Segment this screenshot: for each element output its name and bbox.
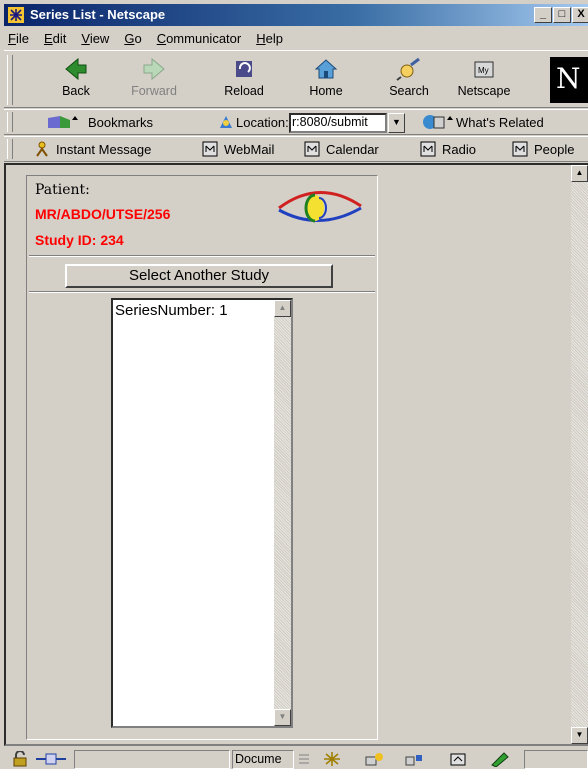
forward-button[interactable]: Forward xyxy=(124,57,184,105)
menu-file[interactable]: File xyxy=(8,31,29,46)
search-icon xyxy=(396,57,420,81)
listbox-scroll-up-button[interactable]: ▲ xyxy=(274,300,291,317)
listbox-scrollbar[interactable]: ▲ ▼ xyxy=(274,300,291,726)
status-text: Docume xyxy=(232,750,294,769)
back-button[interactable]: Back xyxy=(46,57,106,105)
forward-arrow-icon xyxy=(143,57,165,81)
personal-grip[interactable] xyxy=(7,139,13,159)
status-progress xyxy=(74,750,230,769)
bookmarks-icon xyxy=(48,116,78,128)
bookmarks-button[interactable]: Bookmarks xyxy=(46,114,153,130)
status-resize-area xyxy=(524,750,588,769)
menu-help[interactable]: Help xyxy=(256,31,283,46)
netscape-logo[interactable]: N xyxy=(550,57,588,103)
study-id: Study ID: 234 xyxy=(35,232,124,248)
radio-button[interactable]: Radio xyxy=(420,141,476,157)
composer-icon[interactable] xyxy=(490,751,510,767)
netscape-app-icon xyxy=(8,7,24,23)
series-listbox[interactable]: SeriesNumber: 1 ▲ ▼ xyxy=(111,298,293,728)
page-vertical-scrollbar[interactable]: ▲ ▼ xyxy=(571,165,588,744)
location-grip[interactable] xyxy=(7,112,13,132)
my-netscape-icon: My xyxy=(474,61,494,78)
svg-text:My: My xyxy=(478,66,489,75)
back-arrow-icon xyxy=(65,57,87,81)
status-bar: Docume xyxy=(4,748,588,769)
toolbar-grip[interactable] xyxy=(7,55,13,105)
reload-button[interactable]: Reload xyxy=(214,57,274,105)
list-item[interactable]: SeriesNumber: 1 xyxy=(115,302,228,319)
select-another-study-button[interactable]: Select Another Study xyxy=(65,264,333,288)
location-icon xyxy=(220,116,232,128)
menu-communicator[interactable]: Communicator xyxy=(157,31,242,46)
calendar-button[interactable]: Calendar xyxy=(304,141,379,157)
page-scroll-down-button[interactable]: ▼ xyxy=(571,727,588,744)
navigation-toolbar: Back Forward Reload Home Search My Netsc… xyxy=(4,50,588,108)
minimize-button[interactable]: _ xyxy=(534,7,552,23)
location-label: Location: xyxy=(216,114,289,130)
bookmark-page-icon xyxy=(420,141,436,157)
mail-icon[interactable] xyxy=(364,751,384,767)
window-title: Series List - Netscape xyxy=(30,7,166,22)
page-scroll-up-button[interactable]: ▲ xyxy=(571,165,588,182)
bookmark-page-icon xyxy=(304,141,320,157)
bookmark-page-icon xyxy=(202,141,218,157)
reload-icon xyxy=(236,61,252,77)
patient-label: Patient: xyxy=(35,182,90,198)
security-lock-icon[interactable] xyxy=(10,751,30,767)
status-grip-icon xyxy=(299,754,309,764)
home-icon xyxy=(314,59,338,79)
title-bar: Series List - Netscape _ □ X xyxy=(4,4,588,26)
my-netscape-button[interactable]: My Netscape xyxy=(454,57,514,105)
series-frame: Patient: MR/ABDO/UTSE/256 Study ID: 234 … xyxy=(26,175,378,740)
eye-logo xyxy=(278,191,362,223)
newsgroups-icon[interactable] xyxy=(404,751,424,767)
instant-message-icon xyxy=(36,141,48,157)
menu-view[interactable]: View xyxy=(81,31,109,46)
people-button[interactable]: People xyxy=(512,141,574,157)
patient-id: MR/ABDO/UTSE/256 xyxy=(35,206,171,222)
webmail-button[interactable]: WebMail xyxy=(202,141,274,157)
listbox-scroll-down-button[interactable]: ▼ xyxy=(274,709,291,726)
location-toolbar: Bookmarks Location: r:8080/submit ▼ What… xyxy=(4,109,588,135)
divider xyxy=(29,291,375,293)
page-content: Patient: MR/ABDO/UTSE/256 Study ID: 234 … xyxy=(4,163,588,746)
whats-related-icon xyxy=(423,115,453,129)
location-url-input[interactable]: r:8080/submit xyxy=(289,113,387,133)
personal-toolbar: Instant Message WebMail Calendar Radio P… xyxy=(4,136,588,162)
address-book-icon[interactable] xyxy=(448,751,468,767)
connection-icon xyxy=(36,753,66,765)
home-button[interactable]: Home xyxy=(296,57,356,105)
location-dropdown-button[interactable]: ▼ xyxy=(388,113,405,133)
menu-bar: File Edit View Go Communicator Help xyxy=(4,28,588,48)
menu-edit[interactable]: Edit xyxy=(44,31,66,46)
instant-message-button[interactable]: Instant Message xyxy=(34,141,151,157)
divider xyxy=(29,255,375,257)
browser-window: Series List - Netscape _ □ X File Edit V… xyxy=(0,0,588,769)
close-button[interactable]: X xyxy=(572,7,588,23)
search-button[interactable]: Search xyxy=(379,57,439,105)
navigator-icon[interactable] xyxy=(322,751,342,767)
whats-related-button[interactable]: What's Related xyxy=(422,114,544,130)
maximize-button[interactable]: □ xyxy=(553,7,571,23)
menu-go[interactable]: Go xyxy=(124,31,141,46)
bookmark-page-icon xyxy=(512,141,528,157)
